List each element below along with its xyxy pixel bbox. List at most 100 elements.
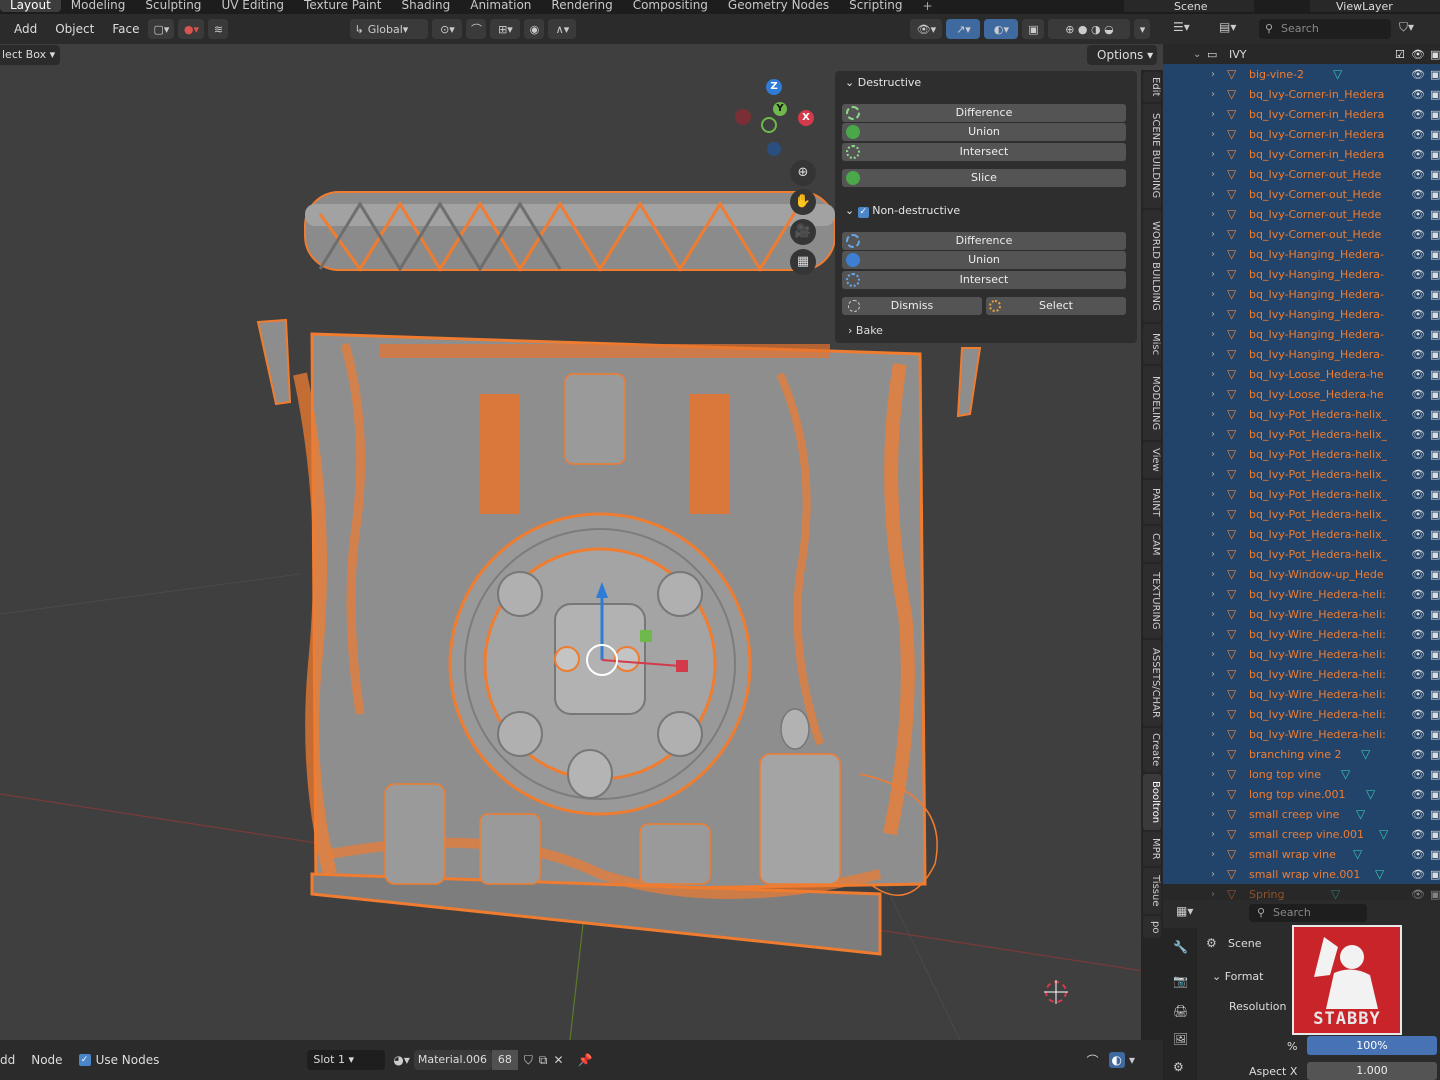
- expand-chevron-icon[interactable]: ›: [1211, 369, 1215, 380]
- outliner-item[interactable]: › ▽ small wrap vine.001 ▽ 👁 ▣: [1163, 864, 1440, 884]
- display-mode-icon[interactable]: ▤▾: [1219, 20, 1236, 34]
- expand-chevron-icon[interactable]: ›: [1211, 409, 1215, 420]
- slot-dropdown[interactable]: Slot 1 ▾: [307, 1050, 386, 1070]
- node-overlay-icon[interactable]: ◐: [1108, 1052, 1125, 1068]
- snap-icon[interactable]: ⌒: [466, 19, 487, 39]
- render-icon[interactable]: ▣: [1430, 148, 1440, 161]
- eye-icon[interactable]: 👁: [1411, 288, 1425, 301]
- sidebar-tab-tissue[interactable]: Tissue: [1143, 868, 1161, 914]
- dismiss-button[interactable]: Dismiss: [842, 297, 982, 315]
- sidebar-tab-world-building[interactable]: WORLD BUILDING: [1143, 210, 1161, 322]
- destructive-intersect-button[interactable]: Intersect: [842, 143, 1126, 161]
- render-icon[interactable]: ▣: [1430, 128, 1440, 141]
- render-icon[interactable]: ▣: [1430, 288, 1440, 301]
- eye-icon[interactable]: 👁: [1411, 788, 1425, 801]
- outliner-item[interactable]: › ▽ bq_Ivy-Loose_Hedera-he 👁 ▣: [1163, 384, 1440, 404]
- expand-chevron-icon[interactable]: ›: [1211, 209, 1215, 220]
- outliner-item[interactable]: › ▽ bq_Ivy-Pot_Hedera-helix_ 👁 ▣: [1163, 484, 1440, 504]
- outliner-item[interactable]: › ▽ bq_Ivy-Wire_Hedera-heli: 👁 ▣: [1163, 704, 1440, 724]
- render-icon[interactable]: ▣: [1430, 568, 1440, 581]
- expand-chevron-icon[interactable]: ›: [1211, 69, 1215, 80]
- xray-icon[interactable]: ▣: [1022, 19, 1045, 39]
- render-icon[interactable]: ▣: [1430, 668, 1440, 681]
- pan-hand-icon[interactable]: ✋: [790, 189, 816, 215]
- resolution-percent-field[interactable]: 100%: [1307, 1036, 1437, 1055]
- eye-icon[interactable]: 👁: [1411, 588, 1425, 601]
- gizmo-neg-y[interactable]: [761, 117, 777, 133]
- outliner-item[interactable]: › ▽ bq_Ivy-Hanging_Hedera- 👁 ▣: [1163, 264, 1440, 284]
- workspace-tab-texture-paint[interactable]: Texture Paint: [294, 0, 391, 12]
- expand-chevron-icon[interactable]: ›: [1211, 149, 1215, 160]
- gizmo-neg-z[interactable]: [767, 142, 781, 156]
- expand-chevron-icon[interactable]: ›: [1211, 249, 1215, 260]
- gizmo-x-axis[interactable]: X: [798, 110, 814, 126]
- workspace-tab-uv-editing[interactable]: UV Editing: [211, 0, 294, 12]
- overlay-toggle-icon[interactable]: ◐▾: [984, 19, 1019, 39]
- sidebar-tab-view[interactable]: View: [1143, 442, 1161, 478]
- expand-chevron-icon[interactable]: ›: [1211, 849, 1215, 860]
- eye-icon[interactable]: 👁: [1411, 768, 1425, 781]
- unlink-material-icon[interactable]: ✕: [553, 1053, 563, 1067]
- render-icon[interactable]: ▣: [1430, 268, 1440, 281]
- eye-icon[interactable]: 👁: [1411, 328, 1425, 341]
- render-icon[interactable]: ▣: [1430, 68, 1440, 81]
- render-icon[interactable]: ▣: [1430, 728, 1440, 741]
- sidebar-tab-create[interactable]: Create: [1143, 728, 1161, 772]
- outliner-item[interactable]: › ▽ small wrap vine ▽ 👁 ▣: [1163, 844, 1440, 864]
- material-name-field[interactable]: Material.006: [413, 1050, 492, 1070]
- expand-chevron-icon[interactable]: ›: [1211, 669, 1215, 680]
- sidebar-tab-scene-building[interactable]: SCENE BUILDING: [1143, 104, 1161, 208]
- outliner-item[interactable]: › ▽ small creep vine.001 ▽ 👁 ▣: [1163, 824, 1440, 844]
- eye-icon[interactable]: 👁: [1411, 648, 1425, 661]
- bake-subpanel[interactable]: › Bake: [848, 324, 883, 337]
- sidebar-tab-paint[interactable]: PAINT: [1143, 480, 1161, 524]
- eye-icon[interactable]: 👁: [1411, 308, 1425, 321]
- outliner-item[interactable]: › ▽ bq_Ivy-Corner-out_Hede 👁 ▣: [1163, 204, 1440, 224]
- expand-chevron-icon[interactable]: ›: [1211, 569, 1215, 580]
- outliner-item[interactable]: › ▽ bq_Ivy-Pot_Hedera-helix_ 👁 ▣: [1163, 524, 1440, 544]
- outliner-item[interactable]: › ▽ bq_Ivy-Wire_Hedera-heli: 👁 ▣: [1163, 584, 1440, 604]
- outliner-item[interactable]: › ▽ bq_Ivy-Corner-out_Hede 👁 ▣: [1163, 184, 1440, 204]
- eye-icon[interactable]: 👁: [1411, 128, 1425, 141]
- menu-node[interactable]: Node: [31, 1053, 62, 1067]
- render-icon[interactable]: ▣: [1430, 208, 1440, 221]
- expand-chevron-icon[interactable]: ›: [1211, 389, 1215, 400]
- eye-icon[interactable]: 👁: [1411, 548, 1425, 561]
- outliner-item[interactable]: › ▽ bq_Ivy-Wire_Hedera-heli: 👁 ▣: [1163, 624, 1440, 644]
- render-icon[interactable]: ▣: [1430, 328, 1440, 341]
- render-icon[interactable]: ▣: [1430, 188, 1440, 201]
- destructive-union-button[interactable]: Union: [842, 123, 1126, 141]
- workspace-tab-animation[interactable]: Animation: [460, 0, 541, 12]
- menu-add-node[interactable]: dd: [0, 1053, 15, 1067]
- collection-checkbox[interactable]: ☑: [1395, 48, 1405, 61]
- eye-icon[interactable]: 👁: [1411, 408, 1425, 421]
- expand-chevron-icon[interactable]: ›: [1211, 529, 1215, 540]
- perspective-grid-icon[interactable]: ▦: [790, 249, 816, 275]
- expand-chevron-icon[interactable]: ›: [1211, 769, 1215, 780]
- eye-icon[interactable]: 👁: [1411, 468, 1425, 481]
- expand-chevron-icon[interactable]: ›: [1211, 449, 1215, 460]
- sidebar-tab-mpr[interactable]: MPR: [1143, 832, 1161, 866]
- outliner-item[interactable]: › ▽ bq_Ivy-Window-up_Hede 👁 ▣: [1163, 564, 1440, 584]
- render-icon[interactable]: ▣: [1430, 648, 1440, 661]
- sidebar-tab-edit[interactable]: Edit: [1143, 72, 1161, 102]
- outliner-item[interactable]: › ▽ bq_Ivy-Pot_Hedera-helix_ 👁 ▣: [1163, 444, 1440, 464]
- render-icon[interactable]: ▣: [1430, 868, 1440, 881]
- expand-chevron-icon[interactable]: ›: [1211, 709, 1215, 720]
- outliner-item[interactable]: › ▽ bq_Ivy-Corner-in_Hedera 👁 ▣: [1163, 144, 1440, 164]
- render-icon[interactable]: ▣: [1430, 408, 1440, 421]
- workspace-tab-modeling[interactable]: Modeling: [61, 0, 136, 12]
- render-icon[interactable]: ▣: [1430, 588, 1440, 601]
- outliner-item[interactable]: › ▽ bq_Ivy-Wire_Hedera-heli: 👁 ▣: [1163, 664, 1440, 684]
- outliner-item[interactable]: › ▽ bq_Ivy-Pot_Hedera-helix_ 👁 ▣: [1163, 544, 1440, 564]
- expand-chevron-icon[interactable]: ›: [1211, 649, 1215, 660]
- expand-chevron-icon[interactable]: ›: [1211, 129, 1215, 140]
- material-mode-button[interactable]: ●▾: [178, 19, 205, 39]
- scene-tab-icon[interactable]: ⚙: [1173, 1060, 1184, 1074]
- scene-selector[interactable]: Scene: [1124, 0, 1254, 13]
- expand-chevron-icon[interactable]: ›: [1211, 309, 1215, 320]
- outliner-item[interactable]: › ▽ bq_Ivy-Hanging_Hedera- 👁 ▣: [1163, 344, 1440, 364]
- fake-user-shield-icon[interactable]: ⛉: [524, 1053, 533, 1068]
- visibility-icon[interactable]: 👁▾: [910, 19, 943, 39]
- tool-tab-icon[interactable]: 🔧: [1173, 940, 1188, 954]
